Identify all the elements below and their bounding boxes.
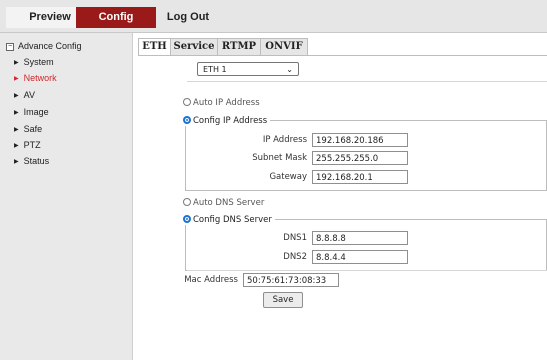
sidebar-root-label: Advance Config [18, 41, 82, 51]
tab-service[interactable]: Service [170, 38, 218, 55]
radio-on-icon [183, 215, 191, 223]
triangle-right-icon: ▶ [14, 110, 19, 116]
chevron-down-icon: ⌄ [286, 65, 293, 74]
sidebar-item-status[interactable]: ▶ Status [14, 156, 49, 166]
mac-address-label: Mac Address [184, 275, 238, 285]
sidebar-item-image[interactable]: ▶ Image [14, 107, 49, 117]
sidebar-item-safe[interactable]: ▶ Safe [14, 124, 42, 134]
tab-eth[interactable]: ETH [138, 38, 171, 55]
interface-select-value: ETH 1 [203, 65, 227, 74]
interface-select[interactable]: ETH 1 ⌄ [197, 62, 299, 76]
auto-dns-radio[interactable]: Auto DNS Server [183, 198, 264, 208]
sidebar-item-label: AV [23, 90, 35, 100]
collapse-icon[interactable]: − [6, 42, 14, 51]
radio-on-icon [183, 116, 191, 124]
sidebar-item-label: Status [23, 156, 50, 166]
auto-ip-label: Auto IP Address [193, 98, 260, 108]
subnet-mask-field[interactable]: 255.255.255.0 [312, 151, 408, 165]
tab-rtmp[interactable]: RTMP [217, 38, 261, 55]
config-dns-radio[interactable]: Config DNS Server [183, 215, 275, 225]
tab-divider [138, 55, 547, 56]
sidebar-item-av[interactable]: ▶ AV [14, 90, 35, 100]
save-button[interactable]: Save [263, 292, 303, 308]
config-button[interactable]: Config [76, 7, 156, 28]
auto-dns-label: Auto DNS Server [193, 198, 265, 208]
tab-onvif[interactable]: ONVIF [260, 38, 308, 55]
network-config-panel: ETH Service RTMP ONVIF ETH 1 ⌄ Auto IP A… [133, 33, 547, 360]
sidebar-item-label: Safe [23, 124, 43, 134]
triangle-right-icon: ▶ [14, 159, 19, 165]
config-ip-radio[interactable]: Config IP Address [183, 116, 271, 126]
sidebar-item-network[interactable]: ▶ Network [14, 73, 57, 83]
radio-off-icon [183, 98, 191, 106]
ip-address-label: IP Address [262, 135, 307, 145]
top-nav-bar: Preview Config Log Out [0, 0, 547, 33]
triangle-right-icon: ▶ [14, 76, 19, 82]
divider [187, 270, 547, 271]
gateway-label: Gateway [269, 172, 307, 182]
mac-address-field[interactable]: 50:75:61:73:08:33 [243, 273, 339, 287]
logout-button[interactable]: Log Out [160, 7, 216, 28]
sidebar-item-label: System [23, 57, 54, 67]
sidebar-item-ptz[interactable]: ▶ PTZ [14, 140, 41, 150]
divider [187, 81, 547, 82]
subnet-mask-label: Subnet Mask [252, 153, 307, 163]
triangle-right-icon: ▶ [14, 127, 19, 133]
triangle-right-icon: ▶ [14, 143, 19, 149]
sidebar-item-label: PTZ [23, 140, 41, 150]
gateway-field[interactable]: 192.168.20.1 [312, 170, 408, 184]
dns1-label: DNS1 [283, 233, 307, 243]
radio-off-icon [183, 198, 191, 206]
config-ip-label: Config IP Address [193, 116, 268, 126]
triangle-right-icon: ▶ [14, 60, 19, 66]
config-dns-label: Config DNS Server [193, 215, 272, 225]
sidebar-item-label: Image [23, 107, 49, 117]
auto-ip-radio[interactable]: Auto IP Address [183, 98, 260, 108]
sidebar-item-system[interactable]: ▶ System [14, 57, 54, 67]
ip-address-field[interactable]: 192.168.20.186 [312, 133, 408, 147]
sidebar-item-label: Network [23, 73, 57, 83]
dns1-field[interactable]: 8.8.8.8 [312, 231, 408, 245]
sidebar: − Advance Config ▶ System ▶ Network ▶ AV ▶ Im… [0, 33, 133, 360]
triangle-right-icon: ▶ [14, 93, 19, 99]
dns2-field[interactable]: 8.8.4.4 [312, 250, 408, 264]
sidebar-root-advance-config[interactable]: − Advance Config [6, 41, 82, 51]
dns2-label: DNS2 [283, 252, 307, 262]
